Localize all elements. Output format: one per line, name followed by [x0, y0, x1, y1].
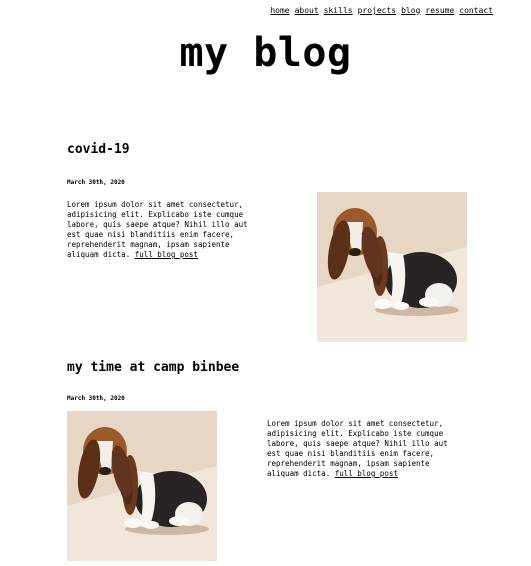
nav-link-skills[interactable]: skills: [324, 6, 353, 15]
nav-link-home[interactable]: home: [270, 6, 289, 15]
post-image[interactable]: [317, 192, 467, 342]
nav-link-projects[interactable]: projects: [358, 6, 397, 15]
page-title: my blog: [179, 30, 352, 76]
post-image[interactable]: [67, 411, 217, 561]
blog-post: covid-19 March 30th, 2020 Lorem ipsum do…: [67, 142, 467, 352]
puppy-photo-icon: [317, 192, 467, 342]
post-excerpt: Lorem ipsum dolor sit amet consectetur, …: [267, 419, 463, 479]
nav-link-about[interactable]: about: [295, 6, 319, 15]
nav-link-resume[interactable]: resume: [425, 6, 454, 15]
blog-post: my time at camp binbee March 30th, 2020 …: [67, 360, 467, 566]
post-date: March 30th, 2020: [67, 179, 125, 186]
full-post-link[interactable]: full blog post: [335, 469, 398, 478]
nav-link-blog[interactable]: blog: [401, 6, 420, 15]
post-excerpt: Lorem ipsum dolor sit amet consectetur, …: [67, 200, 263, 260]
post-title: my time at camp binbee: [67, 360, 240, 375]
puppy-photo-icon: [67, 411, 217, 561]
full-post-link[interactable]: full blog post: [135, 250, 198, 259]
post-title: covid-19: [67, 142, 130, 157]
top-nav: home about skills projects blog resume c…: [270, 6, 493, 15]
nav-link-contact[interactable]: contact: [459, 6, 493, 15]
post-date: March 30th, 2020: [67, 395, 125, 402]
